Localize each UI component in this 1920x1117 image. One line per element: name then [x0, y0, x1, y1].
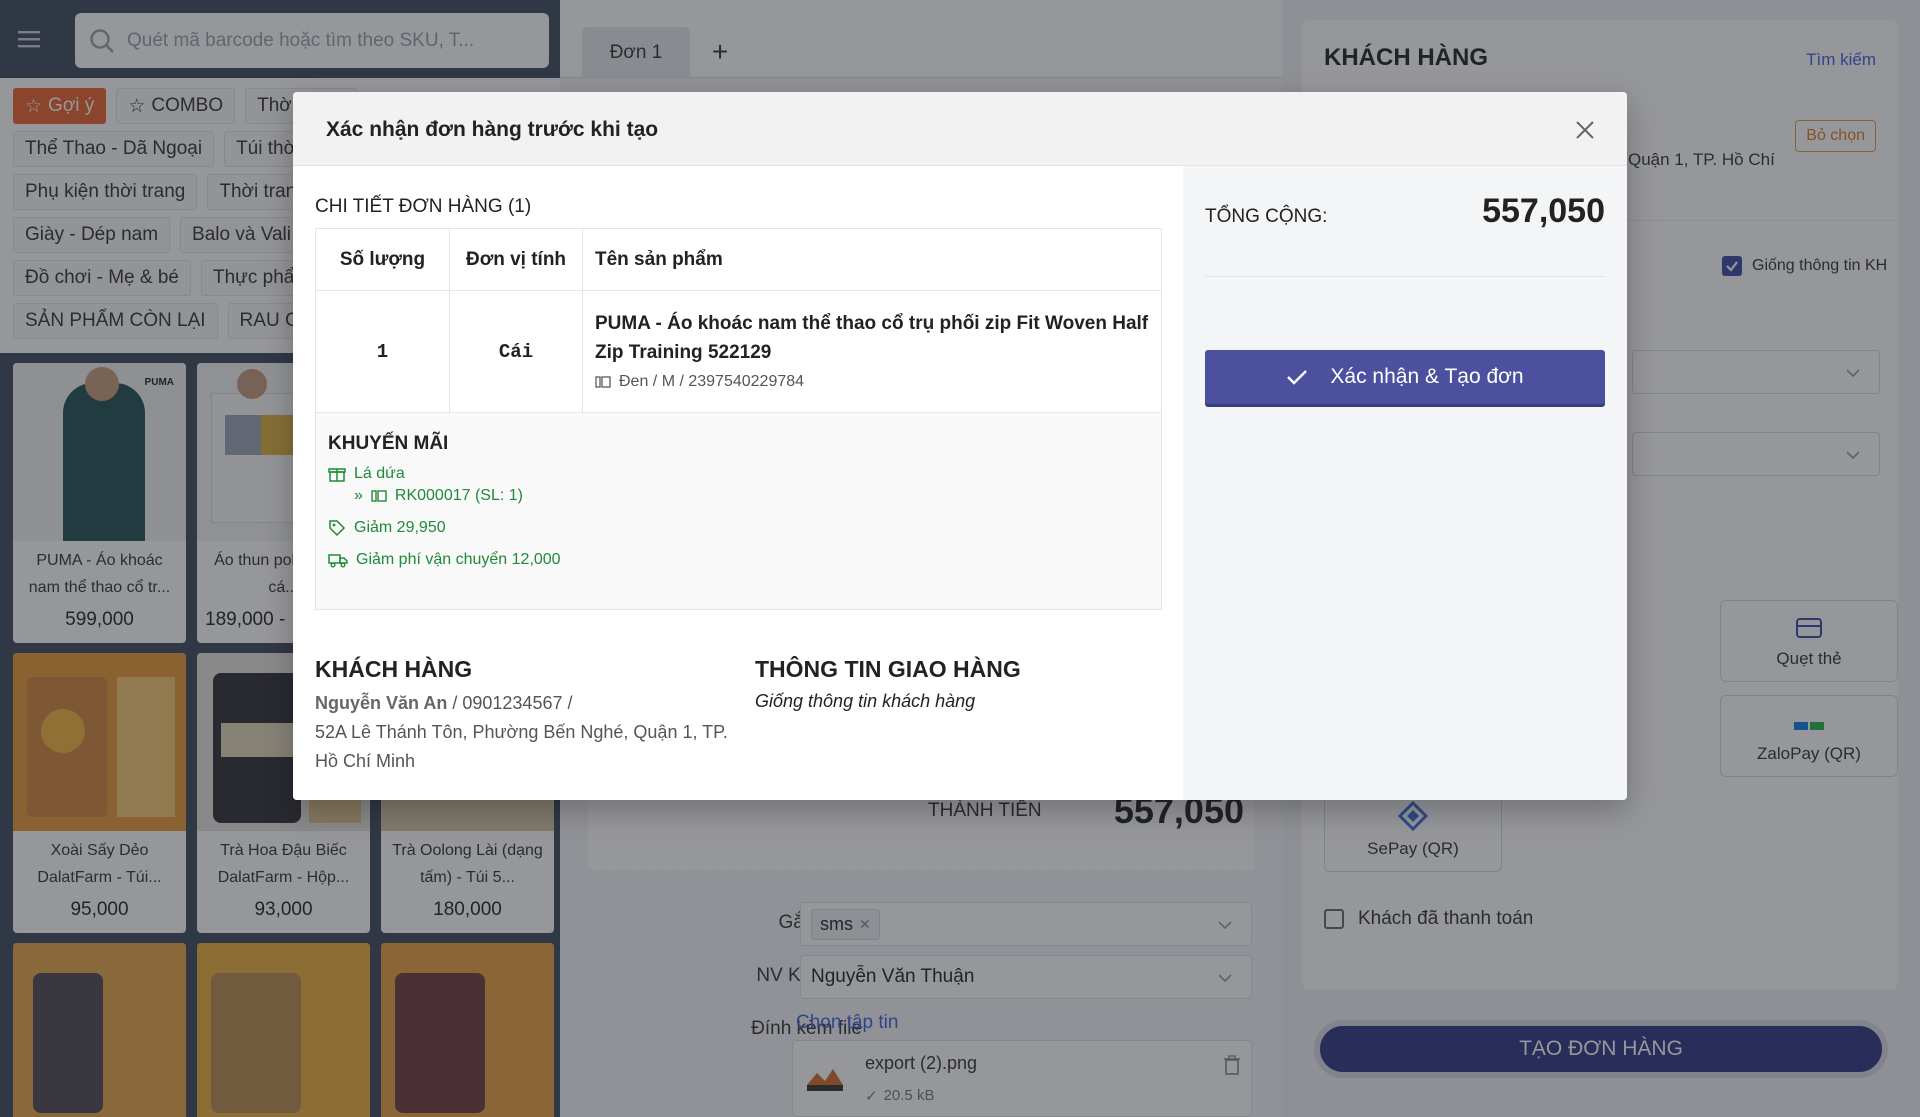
header-qty: Số lượng: [316, 229, 450, 290]
customer-info: KHÁCH HÀNG Nguyễn Văn An / 0901234567 / 5…: [315, 656, 735, 776]
header-product-name: Tên sản phẩm: [595, 248, 723, 270]
promo-gift: Lá dứa: [328, 465, 1149, 483]
close-icon: [1576, 121, 1594, 139]
barcode-icon: [371, 490, 387, 502]
customer-phone: / 0901234567 /: [447, 693, 573, 713]
check-icon: [1287, 370, 1308, 385]
order-detail-title: CHI TIẾT ĐƠN HÀNG (1): [315, 196, 532, 217]
barcode-icon: [595, 376, 611, 388]
item-qty: 1: [316, 291, 450, 412]
modal-title: Xác nhận đơn hàng trước khi tạo: [326, 118, 659, 141]
customer-info-title: KHÁCH HÀNG: [315, 656, 473, 682]
total-label: TỔNG CỘNG:: [1205, 206, 1328, 227]
customer-address-full: 52A Lê Thánh Tôn, Phường Bến Nghé, Quận …: [315, 722, 728, 771]
item-name: PUMA - Áo khoác nam thể thao cổ trụ phối…: [595, 313, 1149, 363]
promo-shipping: Giảm phí vận chuyển 12,000: [328, 551, 1149, 569]
close-button[interactable]: [1565, 110, 1605, 150]
promo-discount: Giảm 29,950: [328, 519, 1149, 537]
order-detail-section: CHI TIẾT ĐƠN HÀNG (1) Số lượng Đơn vị tí…: [293, 166, 1183, 800]
promo-gift-item: » RK000017 (SL: 1): [354, 487, 523, 504]
header-unit: Đơn vị tính: [450, 229, 583, 290]
total-value: 557,050: [1482, 192, 1605, 230]
confirm-order-modal: Xác nhận đơn hàng trước khi tạo CHI TIẾT…: [293, 92, 1627, 800]
table-header: Số lượng Đơn vị tính Tên sản phẩm: [316, 229, 1161, 291]
confirm-create-order-button[interactable]: Xác nhận & Tạo đơn: [1205, 350, 1605, 404]
item-variant: Đen / M / 2397540229784: [595, 373, 1149, 391]
modal-header: Xác nhận đơn hàng trước khi tạo: [293, 92, 1627, 166]
promotion-title: KHUYẾN MÃI: [328, 433, 449, 454]
order-items-table: Số lượng Đơn vị tính Tên sản phẩm 1 Cái …: [315, 228, 1162, 610]
customer-name: Nguyễn Văn An: [315, 693, 448, 713]
item-unit: Cái: [450, 291, 583, 412]
shipping-info: THÔNG TIN GIAO HÀNG Giống thông tin khác…: [755, 656, 1155, 712]
gift-icon: [328, 468, 346, 482]
order-total-section: TỔNG CỘNG: 557,050 Xác nhận & Tạo đơn: [1183, 166, 1627, 800]
promotion-section: KHUYẾN MÃI Lá dứa » RK000017 (SL: 1) Giả…: [316, 413, 1161, 609]
table-row: 1 Cái PUMA - Áo khoác nam thể thao cổ tr…: [316, 291, 1161, 413]
shipping-info-title: THÔNG TIN GIAO HÀNG: [755, 656, 1021, 682]
tag-icon: [329, 520, 346, 537]
customer-info-text: Nguyễn Văn An / 0901234567 / 52A Lê Thánh…: [315, 689, 735, 776]
shipping-info-value: Giống thông tin khách hàng: [755, 691, 976, 711]
truck-icon: [328, 554, 348, 568]
